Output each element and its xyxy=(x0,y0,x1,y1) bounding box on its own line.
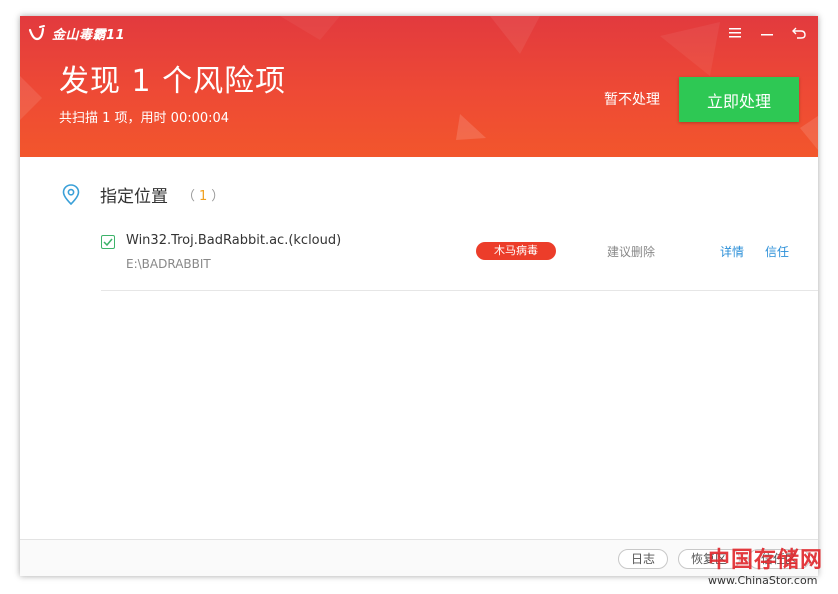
section-count: （1） xyxy=(182,189,225,204)
fix-now-button[interactable]: 立即处理 xyxy=(679,77,799,122)
back-icon[interactable] xyxy=(790,24,808,42)
risk-count: 1 xyxy=(199,189,208,204)
threat-path: E:\BADRABBIT xyxy=(126,257,211,271)
threat-name: Win32.Troj.BadRabbit.ac.(kcloud) xyxy=(126,233,342,248)
app-window: 金山毒霸11 发现 1 个风险项 共扫描 1 项，用时 00:00:04 暂不处… xyxy=(20,16,818,576)
duba-logo-icon xyxy=(28,25,45,41)
result-headline: 发现 1 个风险项 xyxy=(59,64,287,99)
skip-button[interactable]: 暂不处理 xyxy=(604,89,660,109)
details-link[interactable]: 详情 xyxy=(720,243,744,260)
menu-icon[interactable] xyxy=(726,24,744,42)
check-icon xyxy=(103,238,113,246)
section-header: 指定位置 （1） xyxy=(60,182,224,207)
window-controls xyxy=(726,24,808,42)
result-header: 金山毒霸11 发现 1 个风险项 共扫描 1 项，用时 00:00:04 暂不处… xyxy=(20,16,818,157)
threat-type-badge: 木马病毒 xyxy=(476,242,556,260)
trust-link[interactable]: 信任 xyxy=(765,243,789,260)
item-checkbox[interactable] xyxy=(101,235,115,249)
watermark-text: 中国存储网 xyxy=(708,548,824,573)
watermark-url: www.ChinaStor.com xyxy=(708,574,818,587)
app-name: 金山毒霸11 xyxy=(52,27,126,43)
site-watermark: 中国存储网 www.ChinaStor.com xyxy=(708,548,832,592)
location-pin-icon xyxy=(62,183,80,205)
footer-bar: 日志 恢复区 信任区 xyxy=(20,539,818,576)
minimize-icon[interactable] xyxy=(758,24,776,42)
section-title: 指定位置 xyxy=(100,187,168,207)
log-button[interactable]: 日志 xyxy=(618,549,669,569)
app-logo: 金山毒霸11 xyxy=(28,23,125,43)
advice-text: 建议删除 xyxy=(607,245,656,259)
risk-item-row: Win32.Troj.BadRabbit.ac.(kcloud) E:\BADR… xyxy=(101,232,818,291)
scan-summary: 共扫描 1 项，用时 00:00:04 xyxy=(59,111,230,126)
